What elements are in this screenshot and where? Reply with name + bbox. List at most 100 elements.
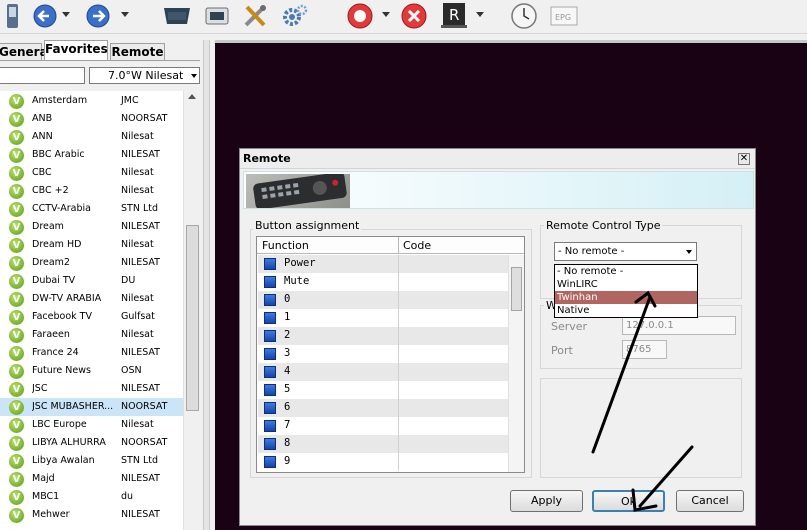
epg-label: EPG [555, 13, 571, 22]
channel-v-icon: V [9, 220, 24, 235]
channel-row[interactable]: V JSC MUBASHER... NOORSAT [0, 398, 183, 416]
channel-row[interactable]: V JSC NILESAT [0, 380, 183, 398]
function-row[interactable]: 5 [258, 381, 508, 399]
function-row[interactable]: Mute [258, 273, 508, 291]
column-code[interactable]: Code [403, 239, 431, 252]
channel-row[interactable]: V DW-TV ARABIA Nilesat [0, 290, 183, 308]
function-row[interactable]: Power [258, 255, 508, 273]
channel-name: Facebook TV [32, 311, 92, 322]
channel-row[interactable]: V CBC +2 Nilesat [0, 182, 183, 200]
forward-dropdown-icon[interactable] [121, 12, 129, 17]
function-name: 5 [284, 383, 291, 395]
option-native[interactable]: Native [555, 304, 697, 317]
remote-image [246, 172, 350, 210]
apply-button[interactable]: Apply [510, 490, 583, 512]
function-row[interactable]: 8 [258, 435, 508, 453]
tab-remote[interactable]: Remote [110, 43, 165, 60]
back-icon[interactable] [32, 3, 58, 29]
column-divider [398, 291, 399, 309]
channel-row[interactable]: V Mehwer NILESAT [0, 506, 183, 524]
channel-row[interactable]: V LBC Europe Nilesat [0, 416, 183, 434]
channel-row[interactable]: V Dream NILESAT [0, 218, 183, 236]
tab-favorites[interactable]: Favorites [44, 40, 108, 61]
channel-row[interactable]: V ANN Nilesat [0, 128, 183, 146]
function-row[interactable]: 7 [258, 417, 508, 435]
channel-satellite: Nilesat [121, 419, 154, 430]
gear-icon[interactable] [280, 3, 310, 29]
stop-icon[interactable] [400, 3, 428, 29]
scrollbar-thumb[interactable] [511, 267, 522, 311]
function-row[interactable]: 2 [258, 327, 508, 345]
channel-row[interactable]: V CCTV-Arabia STN Ltd [0, 200, 183, 218]
remote-type-options[interactable]: - No remote - WinLIRC Twinhan Native [554, 264, 698, 318]
channel-satellite: NILESAT [121, 383, 160, 394]
phone-icon[interactable] [2, 3, 22, 29]
channel-search-input[interactable] [0, 67, 85, 84]
function-square-icon [264, 348, 276, 360]
channel-row[interactable]: V Dream HD Nilesat [0, 236, 183, 254]
channel-name: JSC MUBASHER... [32, 401, 114, 412]
column-function[interactable]: Function [262, 239, 309, 252]
channel-list[interactable]: V Amsterdam JMC V ANB NOORSAT V ANN Nilesat V BBC … [0, 91, 183, 530]
forward-icon[interactable] [85, 3, 111, 29]
tab-general[interactable]: General [0, 43, 52, 60]
option-no-remote[interactable]: - No remote - [555, 265, 697, 278]
remote-dropdown-icon[interactable] [476, 12, 484, 17]
function-row[interactable]: 0 [258, 291, 508, 309]
tools-icon[interactable] [240, 3, 270, 29]
function-row[interactable]: 6 [258, 399, 508, 417]
clock-icon[interactable] [510, 3, 538, 29]
channel-row[interactable]: V Facebook TV Gulfsat [0, 308, 183, 326]
channel-row[interactable]: V Majd NILESAT [0, 470, 183, 488]
function-row[interactable]: 1 [258, 309, 508, 327]
server-input[interactable]: 127.0.0.1 [622, 316, 736, 335]
toolbar: R EPG [0, 0, 807, 34]
record-dropdown-icon[interactable] [382, 12, 390, 17]
tv-tray-icon[interactable] [160, 3, 194, 29]
cancel-button[interactable]: Cancel [676, 490, 744, 512]
channel-satellite: NILESAT [121, 509, 160, 520]
channel-row[interactable]: V Dubai TV DU [0, 272, 183, 290]
channel-row[interactable]: V Faraeen Nilesat [0, 326, 183, 344]
remote-type-select[interactable]: - No remote - [554, 242, 697, 261]
function-name: 4 [284, 365, 291, 377]
scroll-up-icon[interactable] [188, 94, 196, 99]
monitor-icon[interactable] [202, 3, 232, 29]
channel-row[interactable]: V Libya Awalan STN Ltd [0, 452, 183, 470]
channel-row[interactable]: V Amsterdam JMC [0, 92, 183, 110]
channel-row[interactable]: V BBC Arabic NILESAT [0, 146, 183, 164]
back-dropdown-icon[interactable] [62, 12, 70, 17]
option-twinhan[interactable]: Twinhan [555, 291, 697, 304]
channel-row[interactable]: V CBC Nilesat [0, 164, 183, 182]
function-name: Mute [284, 275, 310, 287]
channel-satellite: Nilesat [121, 329, 154, 340]
channel-list-scrollbar[interactable] [183, 91, 200, 530]
channel-v-icon: V [9, 202, 24, 217]
function-name: 8 [284, 437, 291, 449]
close-icon[interactable]: ✕ [738, 153, 750, 165]
function-square-icon [264, 456, 276, 468]
channel-row[interactable]: V ANB NOORSAT [0, 110, 183, 128]
function-row[interactable]: 9 [258, 453, 508, 471]
button-assignment-label: Button assignment [253, 219, 362, 232]
remote-r-icon[interactable]: R [438, 3, 470, 29]
record-icon[interactable] [346, 3, 374, 29]
channel-row[interactable]: V France 24 NILESAT [0, 344, 183, 362]
option-winlirc[interactable]: WinLIRC [555, 278, 697, 291]
channel-row[interactable]: V LIBYA ALHURRA NOORSAT [0, 434, 183, 452]
ok-button[interactable]: Ok [592, 490, 665, 512]
button-grid[interactable]: Function Code Power Mute 0 1 2 3 4 5 6 7 8 9 [256, 236, 525, 473]
channel-row[interactable]: V MBC1 du [0, 488, 183, 506]
panel-splitter[interactable] [203, 40, 210, 530]
channel-row[interactable]: V Future News OSN [0, 362, 183, 380]
scrollbar-thumb[interactable] [186, 225, 199, 411]
port-input[interactable]: 8765 [622, 340, 667, 359]
grid-scrollbar[interactable] [508, 255, 524, 472]
channel-row[interactable]: V Dream2 NILESAT [0, 254, 183, 272]
function-row[interactable]: 3 [258, 345, 508, 363]
function-row[interactable]: 4 [258, 363, 508, 381]
function-square-icon [264, 420, 276, 432]
satellite-select[interactable]: 7.0°W Nilesat [89, 67, 200, 84]
epg-icon[interactable]: EPG [550, 3, 578, 29]
channel-name: LBC Europe [32, 419, 87, 430]
